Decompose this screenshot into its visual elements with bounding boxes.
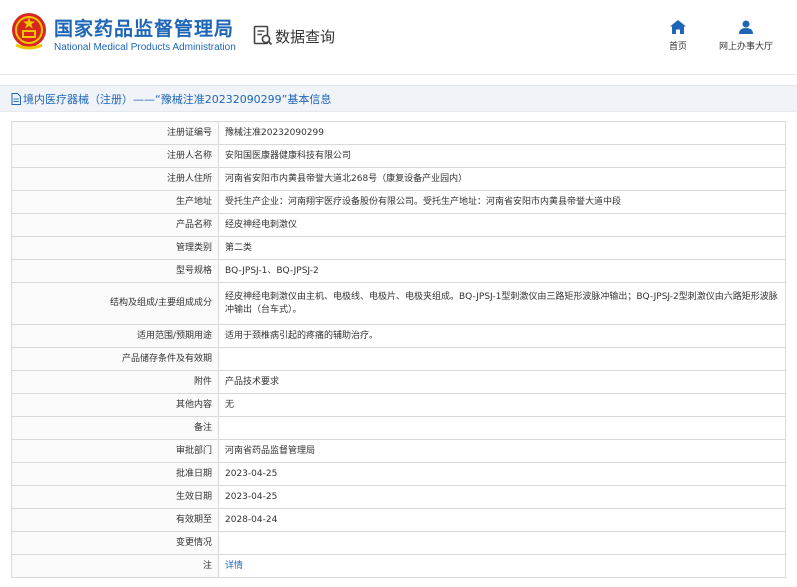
field-label: 注册人名称: [11, 144, 219, 168]
note-value: 详情: [218, 554, 786, 578]
nav-home-label: 首页: [668, 42, 687, 52]
record-title-bar: 境内医疗器械（注册）——“豫械注准20232090299”基本信息: [0, 85, 797, 112]
table-row: 批准日期 2023-04-25: [11, 462, 786, 486]
table-row: 型号规格 BQ-JPSJ-1、BQ-JPSJ-2: [11, 259, 786, 283]
registration-detail-table: 注册证编号 豫械注准20232090299 注册人名称 安阳国医康器健康科技有限…: [11, 121, 786, 578]
field-value: 2023-04-25: [218, 462, 786, 486]
field-value: 河南省药品监督管理局: [218, 439, 786, 463]
field-value: 2028-04-24: [218, 508, 786, 532]
field-value: 适用于颈椎病引起的疼痛的辅助治疗。: [218, 324, 786, 348]
field-value: 受托生产企业：河南翔宇医疗设备股份有限公司。受托生产地址：河南省安阳市内黄县帝誉…: [218, 190, 786, 214]
field-label: 附件: [11, 370, 219, 394]
note-label: 注: [11, 554, 219, 578]
table-row: 附件 产品技术要求: [11, 370, 786, 394]
field-label: 审批部门: [11, 439, 219, 463]
field-label: 产品储存条件及有效期: [11, 347, 219, 371]
field-label: 备注: [11, 416, 219, 440]
field-value: [218, 416, 786, 440]
table-row: 注册证编号 豫械注准20232090299: [11, 121, 786, 145]
table-row: 备注: [11, 416, 786, 440]
user-icon: [739, 20, 753, 34]
field-label: 注册证编号: [11, 121, 219, 145]
table-row: 有效期至 2028-04-24: [11, 508, 786, 532]
field-value: BQ-JPSJ-1、BQ-JPSJ-2: [218, 259, 786, 283]
field-value: 第二类: [218, 236, 786, 260]
field-label: 管理类别: [11, 236, 219, 260]
table-row: 产品名称 经皮神经电刺激仪: [11, 213, 786, 237]
table-row: 注册人名称 安阳国医康器健康科技有限公司: [11, 144, 786, 168]
field-value: [218, 347, 786, 371]
table-row: 注册人住所 河南省安阳市内黄县帝誉大道北268号（康复设备产业园内）: [11, 167, 786, 191]
field-value: 豫械注准20232090299: [218, 121, 786, 145]
field-value: 河南省安阳市内黄县帝誉大道北268号（康复设备产业园内）: [218, 167, 786, 191]
home-icon: [670, 20, 686, 34]
field-value: 经皮神经电刺激仪由主机、电极线、电极片、电极夹组成。BQ-JPSJ-1型刺激仪由…: [218, 282, 786, 325]
field-value: [218, 531, 786, 555]
nav-online-service-hall-label: 网上办事大厅: [718, 42, 773, 52]
field-label: 注册人住所: [11, 167, 219, 191]
data-query-label: 数据查询: [275, 27, 336, 46]
nav-home[interactable]: 首页: [648, 20, 708, 52]
table-row: 其他内容 无: [11, 393, 786, 417]
record-title: 境内医疗器械（注册）——“豫械注准20232090299”基本信息: [23, 92, 332, 106]
table-row: 注 详情: [11, 554, 786, 578]
field-label: 结构及组成/主要组成成分: [11, 282, 219, 325]
table-row: 管理类别 第二类: [11, 236, 786, 260]
data-query-link[interactable]: 数据查询: [253, 24, 335, 48]
field-label: 适用范围/预期用途: [11, 324, 219, 348]
table-row: 产品储存条件及有效期: [11, 347, 786, 371]
table-row: 审批部门 河南省药品监督管理局: [11, 439, 786, 463]
field-value: 产品技术要求: [218, 370, 786, 394]
national-emblem-icon: [12, 13, 46, 50]
field-value: 无: [218, 393, 786, 417]
field-label: 批准日期: [11, 462, 219, 486]
field-label: 生产地址: [11, 190, 219, 214]
field-label: 变更情况: [11, 531, 219, 555]
site-header: 国家药品监督管理局 National Medical Products Admi…: [0, 0, 797, 75]
table-row: 变更情况: [11, 531, 786, 555]
table-row: 适用范围/预期用途 适用于颈椎病引起的疼痛的辅助治疗。: [11, 324, 786, 348]
field-label: 有效期至: [11, 508, 219, 532]
table-row: 生效日期 2023-04-25: [11, 485, 786, 509]
document-icon: [11, 92, 21, 105]
table-row: 生产地址 受托生产企业：河南翔宇医疗设备股份有限公司。受托生产地址：河南省安阳市…: [11, 190, 786, 214]
field-label: 生效日期: [11, 485, 219, 509]
field-label: 型号规格: [11, 259, 219, 283]
field-label: 其他内容: [11, 393, 219, 417]
site-title-cn[interactable]: 国家药品监督管理局: [54, 14, 234, 41]
field-value: 2023-04-25: [218, 485, 786, 509]
document-search-icon: [253, 25, 273, 46]
site-title-en[interactable]: National Medical Products Administration: [54, 42, 236, 53]
field-label: 产品名称: [11, 213, 219, 237]
field-value: 安阳国医康器健康科技有限公司: [218, 144, 786, 168]
field-value: 经皮神经电刺激仪: [218, 213, 786, 237]
details-link[interactable]: 详情: [225, 561, 243, 571]
table-row: 结构及组成/主要组成成分 经皮神经电刺激仪由主机、电极线、电极片、电极夹组成。B…: [11, 282, 786, 325]
nav-online-service-hall[interactable]: 网上办事大厅: [714, 20, 778, 52]
